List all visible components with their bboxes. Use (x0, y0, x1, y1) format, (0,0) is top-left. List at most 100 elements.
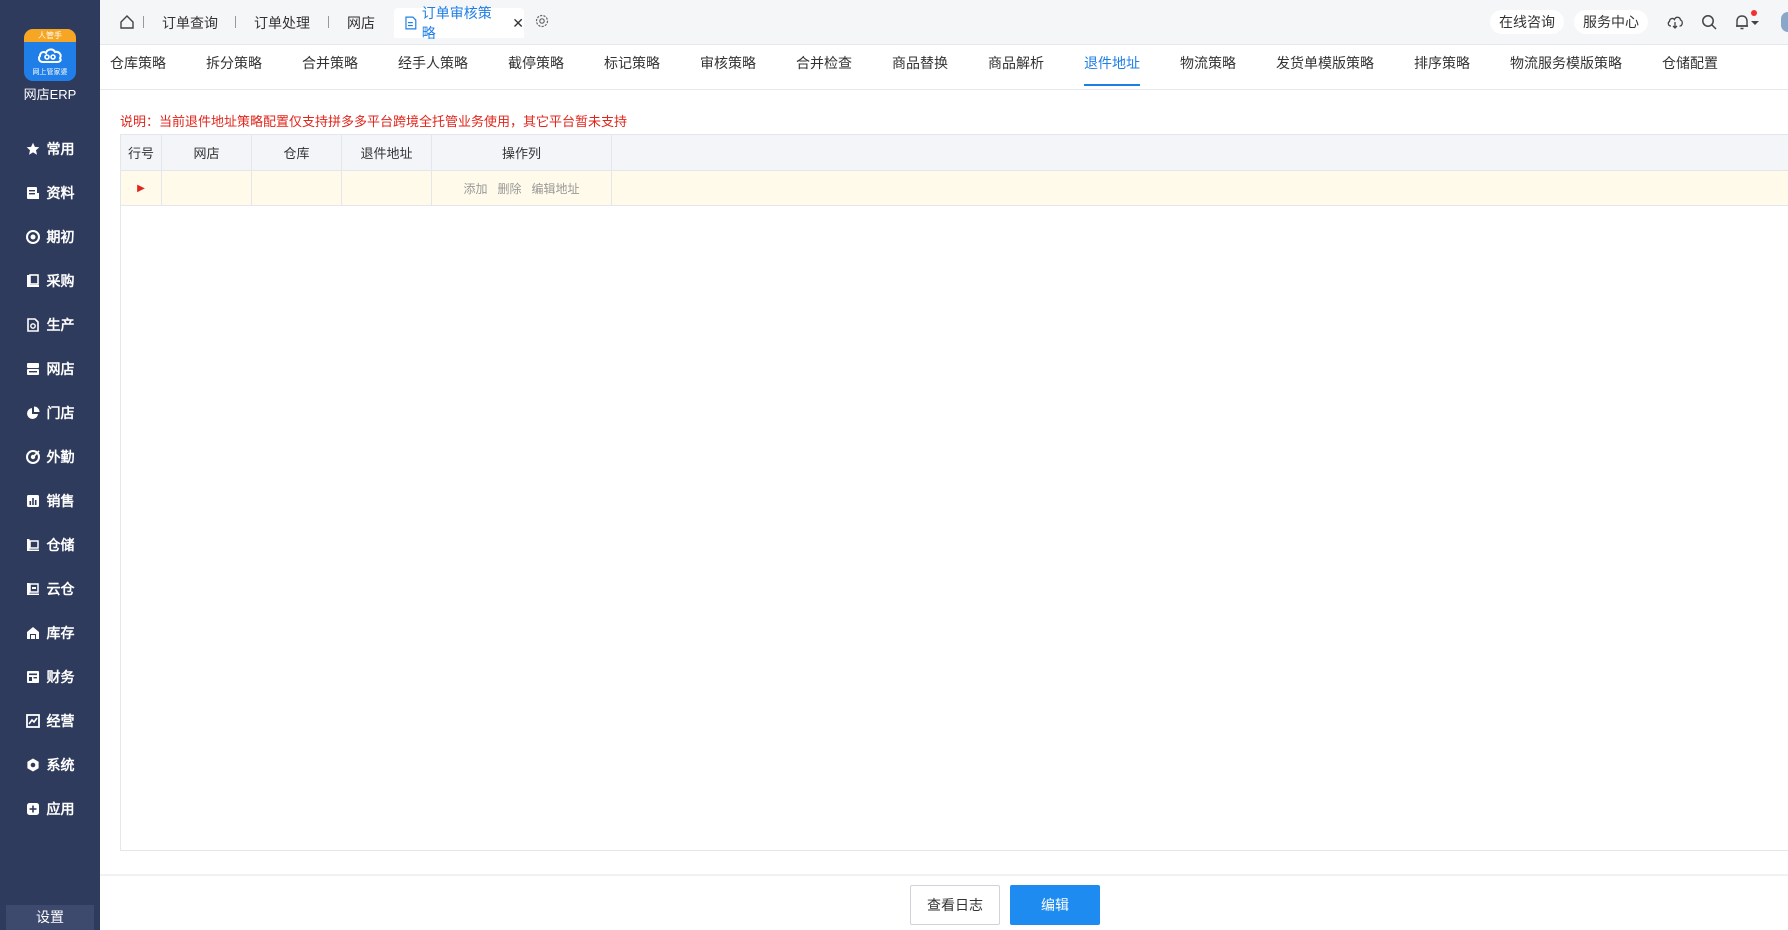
footer-divider (100, 874, 1788, 876)
production-icon (26, 318, 40, 332)
sidebar-item-apps[interactable]: 应用 (0, 791, 100, 827)
warehouse-cell[interactable] (252, 171, 342, 205)
sidebar-item-label: 云仓 (46, 581, 75, 597)
close-icon[interactable]: ✕ (512, 15, 524, 32)
subtab-logistics-strategy[interactable]: 物流策略 (1180, 53, 1236, 73)
service-center-button[interactable]: 服务中心 (1574, 10, 1648, 34)
brand-name: 网店ERP (23, 87, 77, 102)
tab-divider (143, 16, 144, 28)
pie-icon (26, 406, 40, 420)
row-number-cell: ▶ (121, 171, 162, 205)
logo-subtitle: 网上管家婆 (32, 69, 68, 76)
top-tab-bar: 订单查询 订单处理 网店 订单审核策略 ✕ 在线咨询 服务中心 (100, 0, 1788, 45)
subtab-sort-strategy[interactable]: 排序策略 (1414, 53, 1470, 73)
subtab-storage-config[interactable]: 仓储配置 (1662, 53, 1718, 73)
business-icon (25, 714, 40, 728)
subtab-merge-check[interactable]: 合并检查 (796, 53, 852, 73)
tab-divider (235, 16, 236, 28)
document-icon (405, 16, 417, 30)
sidebar-item-inventory[interactable]: 库存 (0, 615, 100, 651)
system-icon (26, 758, 40, 772)
subtab-intercept-strategy[interactable]: 截停策略 (508, 53, 564, 73)
strategy-subtabs: 仓库策略 拆分策略 合并策略 经手人策略 截停策略 标记策略 审核策略 合并检查… (100, 45, 1788, 90)
subtab-return-address[interactable]: 退件地址 (1084, 53, 1140, 73)
online-consult-button[interactable]: 在线咨询 (1490, 10, 1564, 34)
finance-icon (26, 670, 40, 684)
apps-icon (26, 802, 40, 816)
view-log-button[interactable]: 查看日志 (910, 885, 1000, 925)
sidebar-item-label: 销售 (46, 493, 75, 509)
subtab-warehouse-strategy[interactable]: 仓库策略 (110, 53, 166, 73)
subtab-split-strategy[interactable]: 拆分策略 (206, 53, 262, 73)
sidebar-item-shop[interactable]: 门店 (0, 395, 100, 431)
sidebar-item-label: 仓储 (46, 537, 75, 553)
gear-icon[interactable] (534, 13, 550, 29)
subtab-shipping-template-strategy[interactable]: 发货单模版策略 (1276, 53, 1374, 73)
tab-order-query[interactable]: 订单查询 (162, 13, 218, 33)
active-subtab-indicator (1084, 84, 1140, 86)
app-logo[interactable]: 人管手 网上管家婆 (24, 29, 76, 81)
tab-label: 订单审核策略 (421, 5, 492, 41)
sidebar-item-label: 经营 (46, 713, 75, 729)
sidebar-item-sales[interactable]: 销售 (0, 483, 100, 519)
subtab-handler-strategy[interactable]: 经手人策略 (398, 53, 468, 73)
sidebar-item-purchase[interactable]: 采购 (0, 263, 100, 299)
document-icon (26, 186, 40, 200)
sidebar-item-label: 应用 (46, 801, 75, 817)
home-icon[interactable] (119, 14, 135, 30)
table-row[interactable]: ▶ 添加 删除 编辑地址 (121, 171, 1788, 206)
warehouse-icon (26, 538, 40, 552)
sidebar-item-label: 系统 (46, 757, 75, 773)
column-header-row-number: 行号 (121, 135, 162, 170)
settings-button[interactable]: 设置 (6, 905, 94, 930)
return-address-grid: 行号 网店 仓库 退件地址 操作列 ▶ 添加 删除 编辑地址 (120, 134, 1788, 851)
tab-order-review-strategy[interactable]: 订单审核策略 ✕ (394, 5, 524, 41)
subtab-review-strategy[interactable]: 审核策略 (700, 53, 756, 73)
actions-cell: 添加 删除 编辑地址 (432, 171, 612, 205)
row-pointer-icon: ▶ (137, 182, 145, 194)
grid-header: 行号 网店 仓库 退件地址 操作列 (121, 135, 1788, 171)
fieldwork-icon (25, 450, 40, 464)
subtab-merge-strategy[interactable]: 合并策略 (302, 53, 358, 73)
sidebar-item-cloud-warehouse[interactable]: 云仓 (0, 571, 100, 607)
edit-address-link[interactable]: 编辑地址 (532, 180, 580, 197)
subtab-product-parse[interactable]: 商品解析 (988, 53, 1044, 73)
search-icon[interactable] (1700, 13, 1718, 31)
sidebar-item-system[interactable]: 系统 (0, 747, 100, 783)
sidebar-item-fieldwork[interactable]: 外勤 (0, 439, 100, 475)
sidebar-item-data[interactable]: 资料 (0, 175, 100, 211)
notice-text: 说明：当前退件地址策略配置仅支持拼多多平台跨境全托管业务使用，其它平台暂未支持 (120, 114, 628, 129)
return-address-cell[interactable] (342, 171, 432, 205)
tab-store[interactable]: 网店 (347, 13, 375, 33)
tab-divider (328, 16, 329, 28)
delete-row-link[interactable]: 删除 (497, 180, 521, 197)
sales-icon (26, 494, 40, 508)
sidebar-item-finance[interactable]: 财务 (0, 659, 100, 695)
sidebar-item-label: 库存 (46, 625, 75, 641)
bell-icon[interactable] (1733, 13, 1751, 31)
purchase-icon (26, 274, 40, 288)
subtab-product-replace[interactable]: 商品替换 (892, 53, 948, 73)
subtab-mark-strategy[interactable]: 标记策略 (604, 53, 660, 73)
column-header-store: 网店 (162, 135, 252, 170)
tab-order-processing[interactable]: 订单处理 (254, 13, 310, 33)
avatar[interactable] (1781, 12, 1788, 32)
subtab-logistics-service-template-strategy[interactable]: 物流服务模版策略 (1510, 53, 1622, 73)
edit-button[interactable]: 编辑 (1010, 885, 1100, 925)
cloud-icon (38, 48, 62, 63)
sidebar-item-label: 门店 (46, 405, 75, 421)
target-icon (25, 230, 40, 244)
cloud-warehouse-icon (26, 582, 40, 596)
notification-dot (1751, 10, 1757, 16)
sidebar-item-label: 常用 (46, 141, 75, 157)
sidebar-item-common[interactable]: 常用 (0, 131, 100, 167)
add-row-link[interactable]: 添加 (463, 180, 487, 197)
sidebar-item-opening[interactable]: 期初 (0, 219, 100, 255)
sidebar-item-production[interactable]: 生产 (0, 307, 100, 343)
sidebar-item-warehouse[interactable]: 仓储 (0, 527, 100, 563)
cloud-download-icon[interactable] (1666, 13, 1684, 31)
store-cell[interactable] (162, 171, 252, 205)
sidebar-item-label: 网店 (46, 361, 75, 377)
sidebar-item-store[interactable]: 网店 (0, 351, 100, 387)
sidebar-item-business[interactable]: 经营 (0, 703, 100, 739)
